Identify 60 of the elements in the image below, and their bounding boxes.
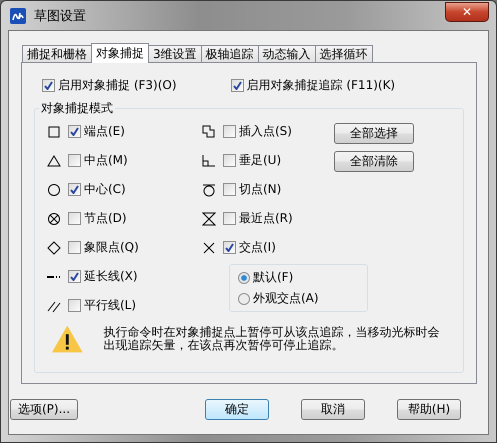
checkbox[interactable] xyxy=(68,241,81,254)
checkbox-label: 平行线(L) xyxy=(84,297,136,314)
help-button[interactable]: 帮助(H) xyxy=(397,398,461,420)
checkbox[interactable] xyxy=(230,79,244,92)
checkbox-label: 最近点(R) xyxy=(239,210,293,227)
checkbox-label: 切点(N) xyxy=(239,181,282,198)
checkbox-label: 中点(M) xyxy=(84,152,128,169)
tab[interactable]: 对象捕捉 xyxy=(91,43,149,63)
crossed-circle-icon xyxy=(47,212,61,226)
select-button[interactable]: 全部清除 xyxy=(334,151,414,172)
ok-button[interactable]: 确定 xyxy=(205,398,269,420)
cancel-button[interactable]: 取消 xyxy=(301,398,365,420)
tab[interactable]: 3维设置 xyxy=(148,45,202,63)
checkbox-label: 中心(C) xyxy=(84,181,126,198)
hourglass-icon xyxy=(202,212,216,226)
app-logo-icon xyxy=(10,8,26,24)
triangle-icon xyxy=(47,154,61,168)
diamond-icon xyxy=(47,240,61,254)
checkbox-label: 象限点(Q) xyxy=(84,239,139,256)
checkbox-label: 启用对象捕捉追踪 (F11)(K) xyxy=(246,77,396,94)
perpendicular-icon xyxy=(202,154,216,168)
checkbox-label: 节点(D) xyxy=(84,210,127,227)
checkbox-label: 垂足(U) xyxy=(239,152,282,169)
tab[interactable]: 极轴追踪 xyxy=(200,45,259,63)
tab[interactable]: 捕捉和栅格 xyxy=(22,45,92,63)
checkbox-label: 交点(I) xyxy=(239,239,276,256)
square-icon xyxy=(47,124,61,138)
checkbox-label: 延长线(X) xyxy=(84,268,138,285)
close-button[interactable]: ✕ xyxy=(445,2,489,22)
checkbox[interactable] xyxy=(223,241,236,254)
checkbox[interactable] xyxy=(223,154,236,167)
window-title: 草图设置 xyxy=(34,8,87,24)
radio-label: 外观交点(A) xyxy=(253,290,319,307)
checkbox-label: 启用对象捕捉 (F3)(O) xyxy=(58,77,177,94)
checkbox[interactable] xyxy=(68,125,81,138)
checkbox[interactable] xyxy=(223,183,236,196)
warning-icon xyxy=(51,324,84,354)
select-button[interactable]: 全部选择 xyxy=(334,123,414,144)
checkbox-label: 插入点(S) xyxy=(239,123,292,140)
checkbox[interactable] xyxy=(68,212,81,225)
tab[interactable]: 选择循环 xyxy=(314,45,373,63)
note-text: 执行命令时在对象捕捉点上暂停可从该点追踪，当移动光标时会出现追踪矢量，在该点再次暂停可停止追踪。 xyxy=(104,326,441,352)
checkbox[interactable] xyxy=(68,299,81,312)
checkbox[interactable] xyxy=(223,212,236,225)
checkbox[interactable] xyxy=(68,154,81,167)
checkbox[interactable] xyxy=(68,270,81,283)
group-title: 对象捕捉模式 xyxy=(39,100,115,117)
checkbox[interactable] xyxy=(42,79,55,92)
insert-icon xyxy=(202,124,216,138)
checkbox[interactable] xyxy=(68,183,81,196)
radio-button[interactable] xyxy=(238,292,250,304)
cross-icon xyxy=(202,240,216,254)
radio-label: 默认(F) xyxy=(253,269,294,286)
options-button[interactable]: 选项(P)... xyxy=(10,398,78,420)
checkbox[interactable] xyxy=(223,125,236,138)
tab[interactable]: 动态输入 xyxy=(258,45,316,63)
tangent-icon xyxy=(202,182,216,196)
radio-button[interactable] xyxy=(238,272,250,284)
circle-icon xyxy=(47,182,61,196)
checkbox-label: 端点(E) xyxy=(84,123,125,140)
